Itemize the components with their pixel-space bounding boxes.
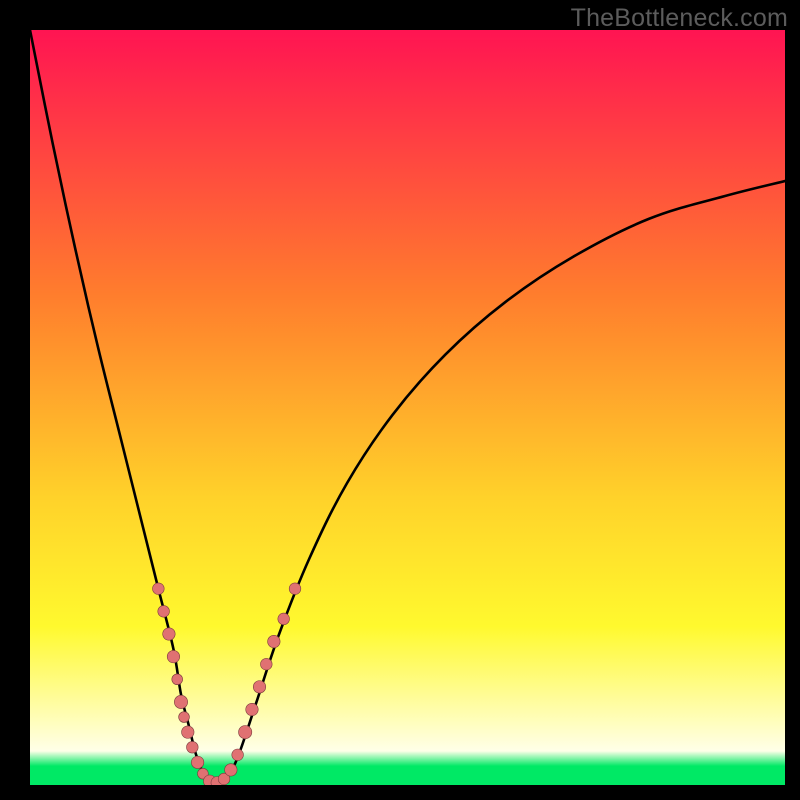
bead-marker: [261, 658, 273, 670]
bead-marker: [246, 703, 258, 715]
curve-layer: [30, 30, 785, 785]
bead-marker: [158, 606, 170, 618]
bead-marker: [268, 635, 280, 647]
bead-marker: [182, 726, 194, 738]
bead-marker: [163, 628, 175, 640]
bottleneck-curve: [30, 30, 785, 785]
bead-marker: [153, 583, 165, 595]
bead-marker: [225, 764, 237, 776]
bead-marker: [179, 712, 190, 723]
chart-frame: TheBottleneck.com: [0, 0, 800, 800]
plot-area: [30, 30, 785, 785]
bead-marker: [187, 741, 199, 753]
bead-marker: [172, 674, 183, 685]
bead-marker: [253, 681, 265, 693]
data-beads: [153, 583, 301, 785]
bead-marker: [289, 583, 301, 595]
bead-marker: [191, 756, 203, 768]
bead-marker: [232, 749, 244, 761]
bead-marker: [278, 613, 290, 625]
bead-marker: [239, 726, 252, 739]
watermark-text: TheBottleneck.com: [571, 4, 788, 33]
bead-marker: [167, 650, 179, 662]
bead-marker: [174, 695, 187, 708]
